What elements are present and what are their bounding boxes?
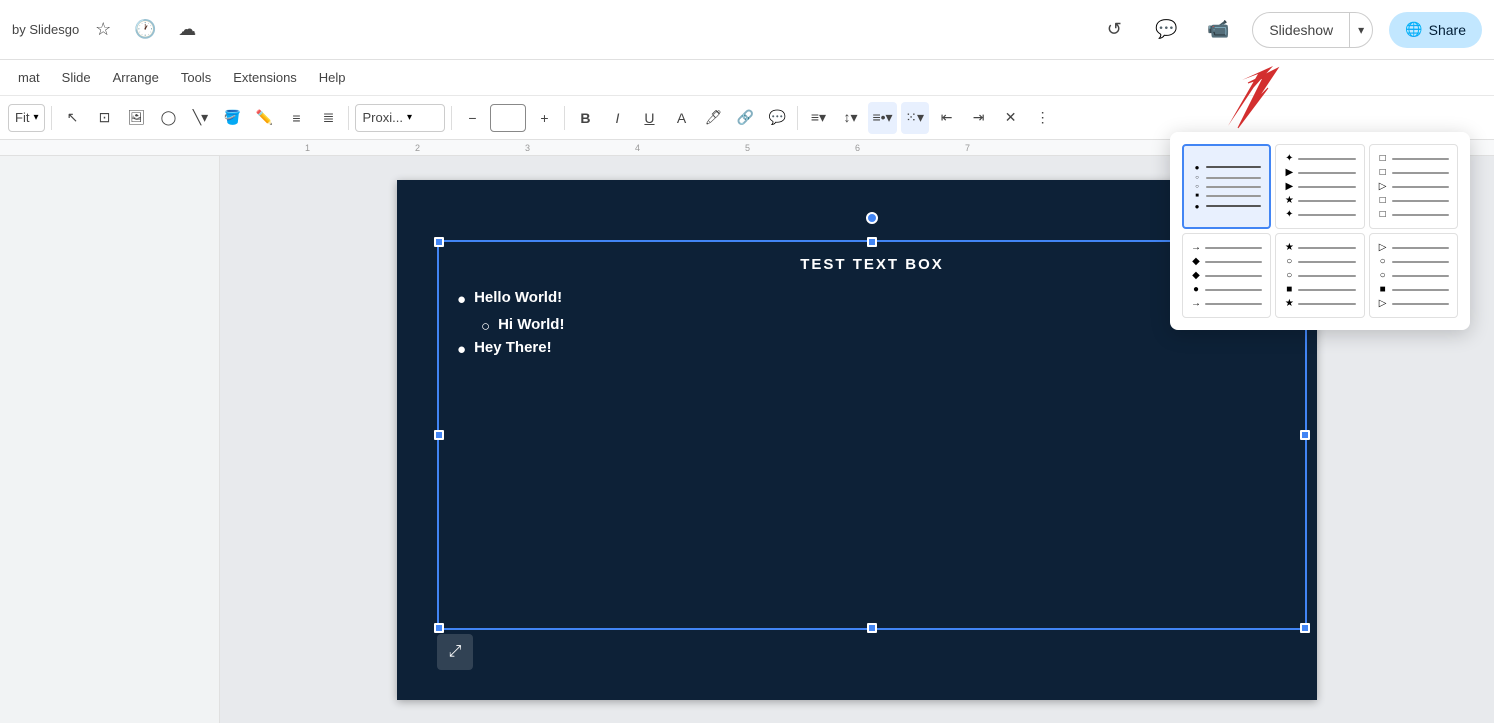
fill-btn[interactable]: 🪣 — [218, 102, 246, 134]
rotate-handle[interactable] — [866, 212, 878, 224]
underline-btn[interactable]: U — [635, 102, 663, 134]
top-bar: by Slidesgo ☆ 🕐 ☁ ↺ 💬 📹 Slideshow ▾ 🌐 Sh… — [0, 0, 1494, 60]
text-box-heading: TEST TEXT BOX — [457, 256, 1287, 273]
zoom-label: Fit — [15, 110, 29, 125]
numbered-list-btn[interactable]: ⁙ ▾ — [901, 102, 929, 134]
divider-4 — [564, 106, 565, 130]
slide-bottom-icon: ⤢ — [437, 634, 473, 670]
font-selector[interactable]: Proxi... ▾ — [355, 104, 445, 132]
slideshow-caret-icon[interactable]: ▾ — [1350, 13, 1372, 47]
indent-increase-btn[interactable]: ⇥ — [965, 102, 993, 134]
app-title-area: by Slidesgo ☆ 🕐 ☁ — [12, 12, 205, 48]
bullet-option-arrow[interactable]: → ◆ ◆ ● → — [1182, 233, 1271, 318]
menu-bar: mat Slide Arrange Tools Extensions Help — [0, 60, 1494, 96]
align-left-btn[interactable]: ≡ — [282, 102, 310, 134]
bullet-symbol-3: ● — [457, 341, 466, 358]
ruler-tick-1: 1 — [305, 143, 310, 153]
font-name: Proxi... — [362, 110, 402, 125]
divider-3 — [451, 106, 452, 130]
font-caret-icon: ▾ — [407, 112, 412, 123]
history-icon[interactable]: 🕐 — [127, 12, 163, 48]
select-tool-btn[interactable]: ↖ — [58, 102, 86, 134]
list-item-2: ○ Hi World! — [481, 316, 1287, 335]
text-align-btn[interactable]: ≡▾ — [804, 102, 832, 134]
bullet-list: ● Hello World! ○ Hi World! ● Hey There! — [457, 289, 1287, 358]
pen-btn[interactable]: ✏️ — [250, 102, 278, 134]
slideshow-label: Slideshow — [1253, 13, 1350, 47]
list-item-text-3: Hey There! — [474, 339, 552, 356]
list-item-1: ● Hello World! — [457, 289, 1287, 308]
ruler-tick-3: 3 — [525, 143, 530, 153]
image-btn[interactable]: 🖼 — [122, 102, 150, 134]
ruler-tick-6: 6 — [855, 143, 860, 153]
comment-btn[interactable]: 💬 — [763, 102, 791, 134]
star-icon[interactable]: ☆ — [85, 12, 121, 48]
history-btn[interactable]: ↺ — [1096, 12, 1132, 48]
slideshow-button[interactable]: Slideshow ▾ — [1252, 12, 1373, 48]
ruler-tick-2: 2 — [415, 143, 420, 153]
comments-btn[interactable]: 💬 — [1148, 12, 1184, 48]
font-size-input[interactable]: 14 — [490, 104, 526, 132]
ruler-tick-4: 4 — [635, 143, 640, 153]
font-size-increase-btn[interactable]: + — [530, 102, 558, 134]
share-label: Share — [1429, 22, 1466, 38]
menu-extensions[interactable]: Extensions — [223, 66, 307, 89]
bullet-option-arrow2[interactable]: ▷ ○ ○ ■ ▷ — [1369, 233, 1458, 318]
select-box-btn[interactable]: ⊡ — [90, 102, 118, 134]
align-right-btn[interactable]: ≣ — [314, 102, 342, 134]
link-btn[interactable]: 🔗 — [731, 102, 759, 134]
ruler-tick-7: 7 — [965, 143, 970, 153]
meet-btn[interactable]: 📹 — [1200, 12, 1236, 48]
list-item-3: ● Hey There! — [457, 339, 1287, 358]
bold-btn[interactable]: B — [571, 102, 599, 134]
app-name: by Slidesgo — [12, 22, 79, 37]
share-button[interactable]: 🌐 Share — [1389, 12, 1482, 48]
divider-5 — [797, 106, 798, 130]
font-size-decrease-btn[interactable]: − — [458, 102, 486, 134]
clear-format-btn[interactable]: ✕ — [997, 102, 1025, 134]
bullet-option-square[interactable]: □ □ ▷ □ □ — [1369, 144, 1458, 229]
menu-arrange[interactable]: Arrange — [103, 66, 169, 89]
menu-tools[interactable]: Tools — [171, 66, 221, 89]
numbered-list-icon: ⁙ — [905, 109, 917, 126]
sub-list: ○ Hi World! — [481, 316, 1287, 335]
font-color-btn[interactable]: A — [667, 102, 695, 134]
zoom-caret-icon: ▾ — [33, 112, 38, 123]
more-options-btn[interactable]: ⋮ — [1029, 102, 1057, 134]
bullet-option-star2[interactable]: ★ ○ ○ ■ ★ — [1275, 233, 1364, 318]
list-item-text-2: Hi World! — [498, 316, 564, 333]
ruler-tick-5: 5 — [745, 143, 750, 153]
italic-btn[interactable]: I — [603, 102, 631, 134]
slide-panel[interactable] — [0, 156, 220, 723]
bullet-option-filled-circle[interactable]: ● ○ ○ ■ ● — [1182, 144, 1271, 229]
bullet-option-star-cross[interactable]: ✦ ▶ ▶ ★ ✦ — [1275, 144, 1364, 229]
share-globe-icon: 🌐 — [1405, 21, 1422, 38]
shape-btn[interactable]: ◯ — [154, 102, 182, 134]
bullet-symbol-1: ● — [457, 291, 466, 308]
menu-mat[interactable]: mat — [8, 66, 50, 89]
indent-decrease-btn[interactable]: ⇤ — [933, 102, 961, 134]
bullet-dropdown: ● ○ ○ ■ ● ✦ ▶ ▶ ★ ✦ □ □ ▷ □ □ → ◆ ◆ ● → … — [1170, 132, 1470, 330]
bullet-list-btn[interactable]: ≡•▾ — [868, 102, 896, 134]
numbered-list-caret: ▾ — [917, 109, 924, 126]
bullet-symbol-2: ○ — [481, 318, 490, 335]
menu-help[interactable]: Help — [309, 66, 356, 89]
line-btn[interactable]: ╲▾ — [186, 102, 214, 134]
top-bar-icons: ↺ 💬 📹 Slideshow ▾ 🌐 Share — [1096, 12, 1482, 48]
divider-1 — [51, 106, 52, 130]
cloud-icon[interactable]: ☁ — [169, 12, 205, 48]
list-item-text-1: Hello World! — [474, 289, 562, 306]
highlight-btn[interactable]: 🖊 — [699, 102, 727, 134]
zoom-selector[interactable]: Fit ▾ — [8, 104, 45, 132]
divider-2 — [348, 106, 349, 130]
line-spacing-btn[interactable]: ↕▾ — [836, 102, 864, 134]
menu-slide[interactable]: Slide — [52, 66, 101, 89]
